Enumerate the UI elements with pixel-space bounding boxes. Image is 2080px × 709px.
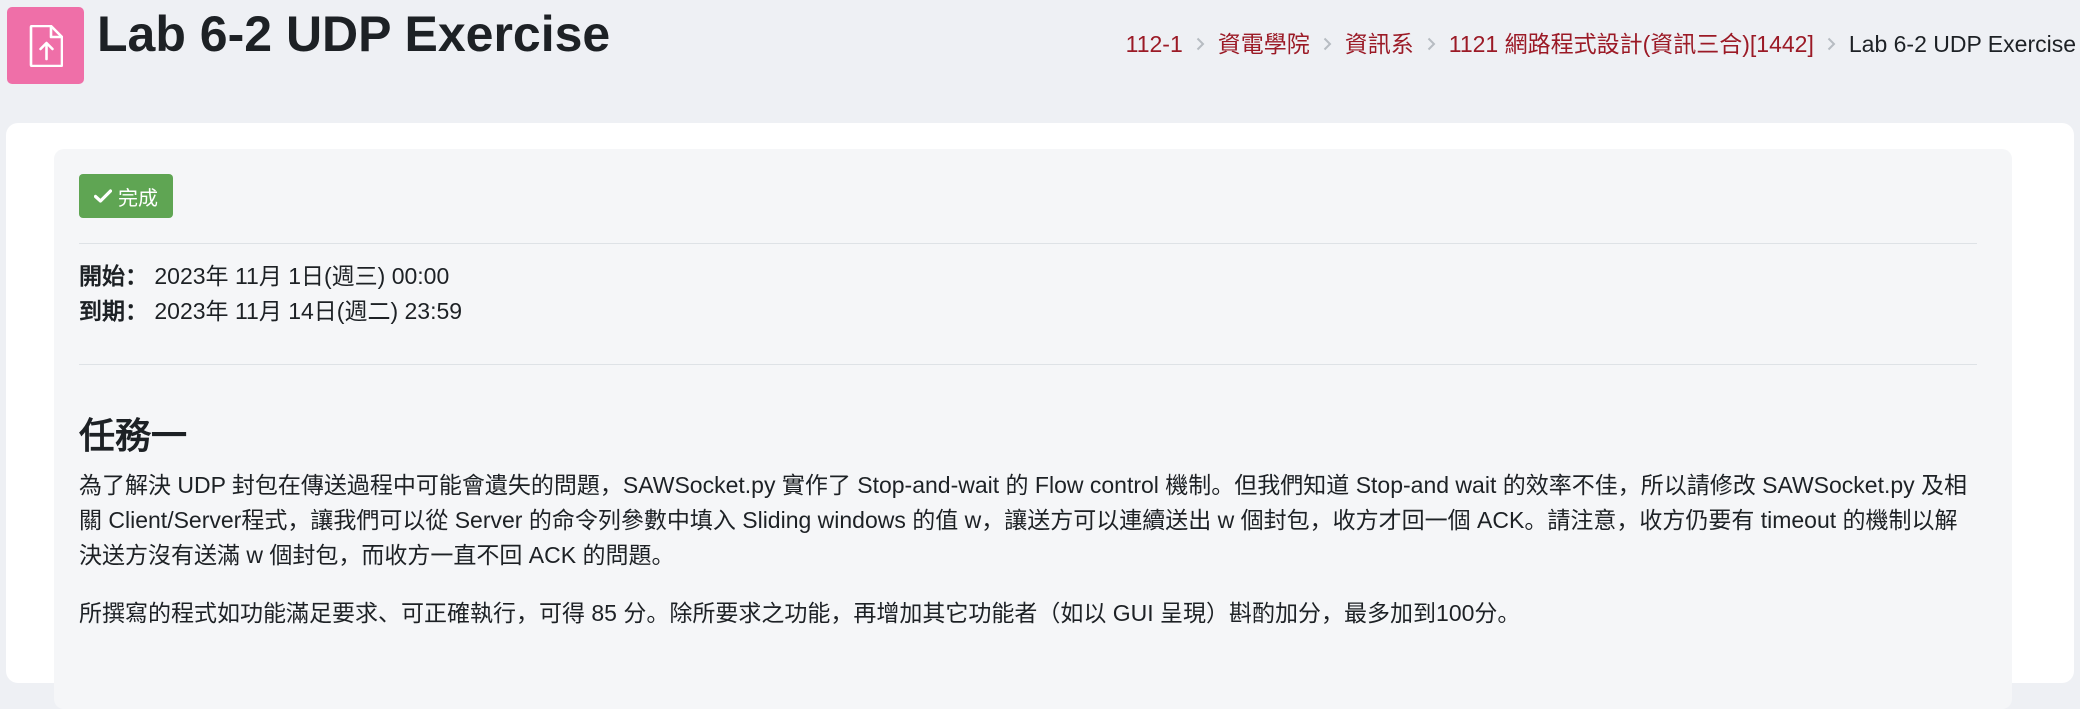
divider — [79, 364, 1977, 365]
main-content: 完成 開始： 2023年 11月 1日(週三) 00:00 到期： 2023年 … — [6, 123, 2074, 709]
breadcrumb: 112-1 資電學院 資訊系 1121 網路程式設計(資訊三合)[1442] L… — [1126, 26, 2076, 62]
grading-description: 所撰寫的程式如功能滿足要求、可正確執行，可得 85 分。除所要求之功能，再增加其… — [79, 600, 1521, 626]
due-date-label: 到期： — [79, 298, 148, 324]
breadcrumb-current: Lab 6-2 UDP Exercise — [1848, 31, 2076, 57]
file-upload-icon — [7, 7, 84, 84]
breadcrumb-item-term[interactable]: 112-1 — [1126, 26, 1183, 62]
chevron-right-icon — [1323, 37, 1332, 51]
open-date-row: 開始： 2023年 11月 1日(週三) 00:00 — [79, 259, 449, 293]
chevron-right-icon — [1427, 37, 1436, 51]
due-date-row: 到期： 2023年 11月 14日(週二) 23:59 — [79, 294, 462, 328]
open-date-value: 2023年 11月 1日(週三) 00:00 — [154, 263, 450, 289]
check-icon — [94, 189, 112, 203]
completion-badge: 完成 — [79, 174, 173, 218]
page-header: Lab 6-2 UDP Exercise 112-1 資電學院 資訊系 1121… — [0, 0, 2080, 110]
task-heading: 任務一 — [79, 415, 188, 456]
activity-panel: 完成 開始： 2023年 11月 1日(週三) 00:00 到期： 2023年 … — [54, 149, 2012, 709]
breadcrumb-item-college[interactable]: 資電學院 — [1218, 26, 1310, 62]
breadcrumb-item-department[interactable]: 資訊系 — [1345, 26, 1414, 62]
open-date-label: 開始： — [79, 263, 148, 289]
completion-label: 完成 — [118, 187, 158, 210]
divider — [79, 243, 1977, 244]
page-title: Lab 6-2 UDP Exercise — [97, 6, 611, 62]
task-description: 為了解決 UDP 封包在傳送過程中可能會遺失的問題，SAWSocket.py 實… — [79, 472, 1968, 568]
chevron-right-icon — [1827, 37, 1836, 51]
breadcrumb-item-course[interactable]: 1121 網路程式設計(資訊三合)[1442] — [1449, 26, 1814, 62]
chevron-right-icon — [1196, 37, 1205, 51]
due-date-value: 2023年 11月 14日(週二) 23:59 — [154, 298, 463, 324]
